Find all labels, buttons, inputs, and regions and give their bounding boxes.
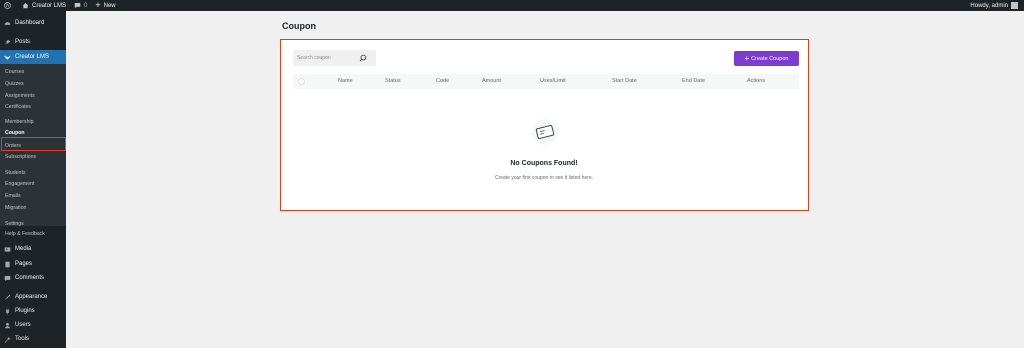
submenu-settings[interactable]: Settings: [5, 221, 24, 227]
search-input[interactable]: [297, 55, 357, 61]
submenu-emails[interactable]: Emails: [5, 193, 21, 199]
wordpress-icon: W: [4, 2, 11, 9]
column-actions: Actions: [747, 78, 766, 84]
comment-icon: [74, 3, 81, 9]
search-icon[interactable]: [359, 54, 367, 62]
comments-icon: [4, 275, 11, 281]
menu-appearance[interactable]: Appearance: [0, 290, 66, 304]
pin-icon: [4, 39, 11, 45]
empty-state-title: No Coupons Found!: [510, 160, 578, 167]
table-header: Name Status Code Amount Uses/Limit Start…: [293, 74, 799, 89]
media-icon: [4, 246, 11, 252]
menu-tools[interactable]: Tools: [0, 332, 66, 346]
menu-label: Users: [15, 322, 31, 328]
comments-count: 0: [84, 2, 88, 9]
create-coupon-button[interactable]: + Create Coupon: [734, 51, 799, 66]
user-icon: [5, 322, 10, 328]
column-start-date[interactable]: Start Date: [612, 78, 637, 84]
column-uses-limit[interactable]: Uses/Limit: [540, 78, 566, 84]
column-code[interactable]: Code: [436, 78, 449, 84]
empty-state-subtitle: Create your first coupon to see it liste…: [494, 175, 594, 181]
select-all-checkbox[interactable]: [298, 78, 305, 85]
submenu-quizzes[interactable]: Quizzes: [5, 81, 24, 87]
menu-label: Creator LMS: [15, 54, 50, 60]
brush-icon: [4, 294, 11, 300]
pages-icon: [5, 261, 10, 267]
submenu-membership[interactable]: Membership: [5, 119, 34, 125]
creator-lms-icon: [4, 54, 11, 60]
menu-label: Posts: [15, 39, 31, 45]
menu-label: Dashboard: [15, 20, 45, 26]
menu-posts[interactable]: Posts: [0, 35, 66, 49]
menu-label: Comments: [15, 275, 45, 281]
plus-icon: +: [95, 0, 101, 10]
site-name-link[interactable]: Creator LMS: [18, 0, 70, 11]
comments-link[interactable]: 0: [70, 0, 91, 11]
plus-icon: +: [744, 53, 750, 63]
column-amount[interactable]: Amount: [482, 78, 501, 84]
submenu-certificates[interactable]: Certificates: [5, 104, 31, 110]
submenu-courses[interactable]: Courses: [5, 69, 24, 75]
coupon-highlight-box: [1, 137, 66, 151]
column-status[interactable]: Status: [385, 78, 401, 84]
menu-label: Pages: [15, 261, 33, 267]
page-title: Coupon: [282, 21, 316, 31]
svg-text:W: W: [5, 3, 10, 8]
menu-users[interactable]: Users: [0, 318, 66, 332]
coupon-ticket-icon: [532, 119, 558, 145]
dashboard-icon: [4, 21, 11, 25]
site-name: Creator LMS: [32, 2, 67, 9]
wrench-icon: [4, 336, 11, 343]
submenu-help-feedback[interactable]: Help & Feedback: [5, 231, 45, 237]
menu-label: Plugins: [15, 308, 35, 314]
menu-creator-lms[interactable]: Creator LMS: [0, 50, 66, 64]
new-label: New: [103, 2, 116, 9]
menu-label: Tools: [15, 336, 30, 342]
column-end-date[interactable]: End Date: [682, 78, 705, 84]
submenu-students[interactable]: Students: [5, 170, 25, 176]
menu-label: Appearance: [15, 294, 48, 300]
menu-dashboard[interactable]: Dashboard: [0, 16, 66, 30]
create-coupon-label: Create Coupon: [751, 55, 789, 62]
plug-icon: [6, 308, 9, 314]
coupon-panel: + Create Coupon Name Status Code Amount …: [280, 39, 809, 211]
menu-media[interactable]: Media: [0, 242, 66, 256]
submenu-coupon[interactable]: Coupon: [5, 130, 25, 136]
column-name[interactable]: Name: [338, 78, 353, 84]
search-box: [293, 50, 376, 66]
new-content-link[interactable]: + New: [91, 0, 119, 11]
wordpress-logo[interactable]: W: [0, 0, 18, 11]
my-account[interactable]: Howdy, admin: [970, 2, 1024, 9]
submenu-migration[interactable]: Migration: [5, 205, 26, 211]
menu-label: Media: [15, 246, 32, 252]
submenu-subscriptions[interactable]: Subscriptions: [5, 154, 36, 160]
menu-comments[interactable]: Comments: [0, 271, 66, 285]
avatar: [1011, 2, 1018, 9]
admin-bar: W Creator LMS 0 + New Howdy, admin: [0, 0, 1024, 11]
menu-plugins[interactable]: Plugins: [0, 304, 66, 318]
admin-sidebar: Dashboard Posts Creator LMS Courses Quiz…: [0, 11, 66, 348]
howdy-text: Howdy, admin: [970, 2, 1008, 9]
submenu-engagement[interactable]: Engagement: [5, 181, 34, 187]
menu-pages[interactable]: Pages: [0, 257, 66, 271]
home-icon: [22, 3, 29, 9]
submenu-assignments[interactable]: Assignments: [5, 93, 35, 99]
